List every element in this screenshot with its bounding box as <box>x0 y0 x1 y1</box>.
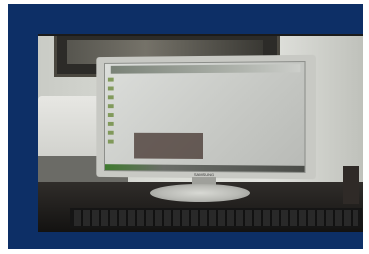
keyboard-keys <box>74 210 358 226</box>
screen-top-bar <box>110 64 301 74</box>
taskbar <box>104 164 305 172</box>
monitor-stand <box>150 184 250 202</box>
screen-reflection <box>134 132 204 159</box>
monitor: SAMSUNG <box>96 54 316 180</box>
blue-frame: SAMSUNG <box>8 4 363 249</box>
photo: SAMSUNG <box>38 34 363 232</box>
monitor-screen <box>104 61 306 173</box>
side-object <box>343 166 359 204</box>
keyboard <box>70 208 362 228</box>
desktop-icons <box>107 77 114 147</box>
